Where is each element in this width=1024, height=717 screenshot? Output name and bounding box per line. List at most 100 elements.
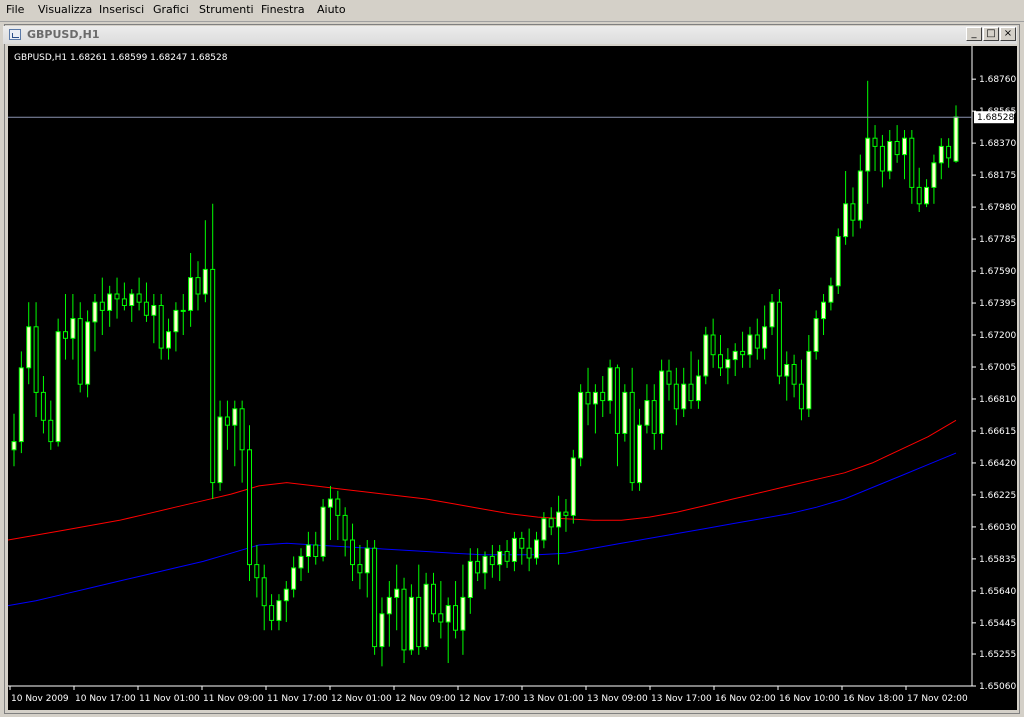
menu-bar: File Visualizza Inserisci Grafici Strume…: [0, 0, 1024, 22]
menu-finestra[interactable]: Finestra: [261, 3, 305, 16]
candle-body-bull: [695, 375, 701, 402]
candle-body-bull: [769, 301, 775, 328]
chart-window-titlebar[interactable]: GBPUSD,H1 _ □ ×: [3, 26, 1017, 44]
minimize-button[interactable]: _: [966, 27, 982, 41]
chart-area[interactable]: GBPUSD,H1 1.68261 1.68599 1.68247 1.6852…: [7, 46, 1017, 710]
close-button[interactable]: ×: [1000, 27, 1016, 41]
candle-body-bull: [467, 560, 473, 599]
y-tick-label: 1.66420: [979, 459, 1016, 469]
moving-average-blue: [7, 452, 957, 607]
candle-body-bear: [224, 416, 230, 426]
candle-body-bull: [202, 268, 208, 295]
candle-body-bull: [659, 370, 665, 434]
menu-inserisci[interactable]: Inserisci: [99, 3, 144, 16]
menu-file[interactable]: File: [6, 3, 24, 16]
candle-body-bear: [666, 370, 672, 385]
candle-body-bull: [320, 506, 326, 557]
candle-body-bull: [327, 498, 333, 508]
candle-body-bull: [953, 116, 959, 162]
maximize-button[interactable]: □: [983, 27, 999, 41]
candle-body-bear: [798, 383, 804, 410]
candle-body-bear: [438, 613, 444, 623]
candle-body-bear: [114, 293, 120, 300]
candle-body-bear: [651, 400, 657, 434]
candle-body-bear: [247, 449, 252, 566]
candle-body-bull: [180, 309, 186, 312]
candle-body-bear: [548, 518, 554, 528]
x-tick-label: 13 Nov 01:00: [523, 694, 584, 704]
candle-body-bear: [99, 301, 105, 311]
axis-lines: [8, 46, 973, 687]
y-tick-label: 1.66030: [979, 523, 1016, 533]
candle-body-bull: [556, 511, 562, 528]
candle-body-bear: [431, 583, 436, 615]
candle-body-bull: [107, 293, 113, 311]
candle-body-bear: [872, 137, 878, 147]
candle-body-bear: [519, 537, 525, 549]
candle-body-bear: [489, 555, 495, 566]
x-tick-label: 17 Nov 02:00: [907, 694, 968, 704]
candle-body-bear: [563, 511, 569, 516]
candle-body-bull: [534, 539, 539, 559]
y-tick-label: 1.68175: [979, 171, 1016, 181]
candle-body-bull: [188, 277, 194, 311]
candle-body-bear: [916, 186, 922, 205]
x-tick-label: 16 Nov 10:00: [779, 694, 840, 704]
candle-body-bull: [364, 547, 370, 574]
x-tick-label: 11 Nov 09:00: [203, 694, 264, 704]
y-tick-label: 1.68760: [979, 75, 1016, 85]
candle-body-bear: [63, 331, 68, 339]
candle-body-bear: [879, 145, 885, 172]
candle-body-bull: [806, 350, 812, 410]
candle-body-bull: [747, 334, 753, 356]
candle-body-bull: [607, 367, 613, 402]
candle-body-bear: [475, 560, 481, 574]
candle-body-bull: [85, 321, 91, 385]
candle-body-bull: [570, 457, 576, 516]
candle-body-bear: [614, 367, 620, 434]
candle-body-bear: [946, 145, 952, 159]
candle-body-bear: [776, 301, 782, 377]
candle-body-bull: [784, 364, 790, 377]
y-tick-label: 1.66810: [979, 395, 1016, 405]
candle-body-bear: [121, 298, 127, 306]
candle-body-bull: [725, 359, 731, 369]
candle-body-bear: [909, 137, 915, 188]
menu-grafici[interactable]: Grafici: [153, 3, 189, 16]
candles: [11, 80, 959, 667]
candle-body-bear: [401, 588, 407, 651]
candle-body-bull: [887, 141, 893, 172]
menu-visualizza[interactable]: Visualizza: [38, 3, 92, 16]
x-tick-label: 11 Nov 01:00: [139, 694, 200, 704]
candle-body-bear: [718, 354, 723, 369]
y-tick-label: 1.67005: [979, 363, 1016, 373]
candle-body-bull: [386, 596, 392, 615]
candle-body-bull: [821, 301, 826, 320]
candle-body-bear: [526, 547, 532, 559]
menu-strumenti[interactable]: Strumenti: [199, 3, 254, 16]
candle-body-bull: [938, 145, 944, 164]
candle-body-bear: [143, 301, 149, 316]
candle-body-bear: [585, 391, 591, 405]
x-tick-label: 10 Nov 17:00: [75, 694, 136, 704]
candle-body-bear: [791, 364, 797, 385]
menu-aiuto[interactable]: Aiuto: [317, 3, 346, 16]
y-tick-label: 1.67395: [979, 299, 1016, 309]
candle-body-bear: [254, 564, 260, 579]
candle-body-bull: [379, 613, 385, 648]
candle-body-bull: [129, 293, 135, 306]
candle-body-bull: [305, 544, 311, 557]
candle-body-bear: [335, 498, 341, 516]
candle-body-bull: [291, 567, 297, 590]
candle-body-bull: [18, 367, 24, 443]
candle-body-bear: [688, 383, 694, 402]
candle-body-bull: [931, 162, 937, 188]
x-tick-label: 12 Nov 17:00: [459, 694, 520, 704]
candle-body-bull: [445, 605, 451, 623]
candle-body-bear: [33, 326, 39, 393]
candle-body-bull: [578, 391, 584, 459]
x-tick-label: 10 Nov 2009: [11, 694, 69, 704]
candle-body-bull: [166, 331, 171, 349]
candle-body-bull: [828, 285, 834, 303]
candle-body-bull: [151, 305, 157, 316]
